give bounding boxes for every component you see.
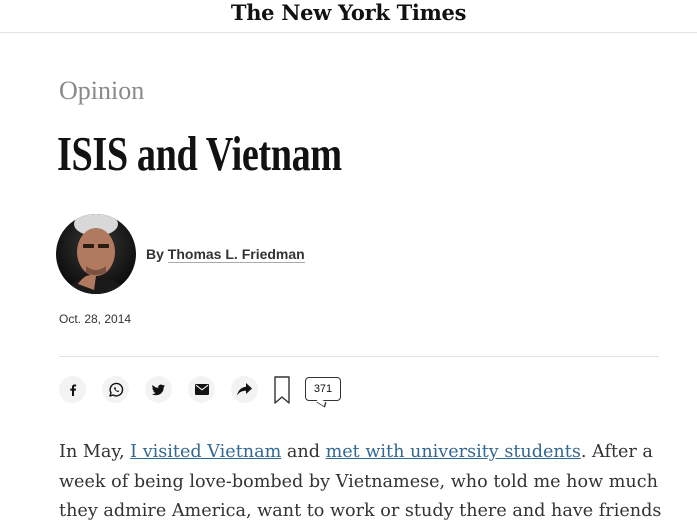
bookmark-icon	[274, 376, 290, 404]
nyt-logo[interactable]: The New York Times	[231, 0, 467, 25]
author-link[interactable]: Thomas L. Friedman	[167, 246, 305, 263]
twitter-share-button[interactable]	[145, 376, 172, 403]
article-headline: ISIS and Vietnam	[57, 126, 342, 181]
facebook-icon	[69, 384, 76, 396]
comment-icon: 371	[305, 377, 341, 401]
whatsapp-icon	[108, 382, 123, 397]
comment-count: 371	[313, 383, 333, 395]
share-icon	[237, 383, 252, 396]
section-kicker[interactable]: Opinion	[59, 76, 144, 106]
whatsapp-share-button[interactable]	[102, 376, 129, 403]
comments-button[interactable]: 371	[305, 377, 341, 408]
link-visited-vietnam[interactable]: I visited Vietnam	[130, 442, 281, 462]
body-text-2: and	[281, 442, 326, 462]
more-share-button[interactable]	[231, 376, 258, 403]
facebook-share-button[interactable]	[59, 376, 86, 403]
divider	[59, 356, 659, 357]
email-icon	[194, 384, 209, 395]
email-share-button[interactable]	[188, 376, 215, 403]
twitter-icon	[151, 384, 165, 395]
link-met-students[interactable]: met with university students	[326, 442, 581, 462]
byline-prefix: By	[146, 246, 168, 262]
author-avatar	[56, 214, 136, 294]
publish-date: Oct. 28, 2014	[59, 312, 132, 326]
body-text-1: In May,	[59, 442, 131, 462]
masthead: The New York Times	[0, 0, 697, 33]
article-body-paragraph: In May, I visited Vietnam and met with u…	[59, 438, 669, 527]
byline: By Thomas L. Friedman	[146, 246, 305, 263]
save-article-button[interactable]	[274, 376, 290, 404]
